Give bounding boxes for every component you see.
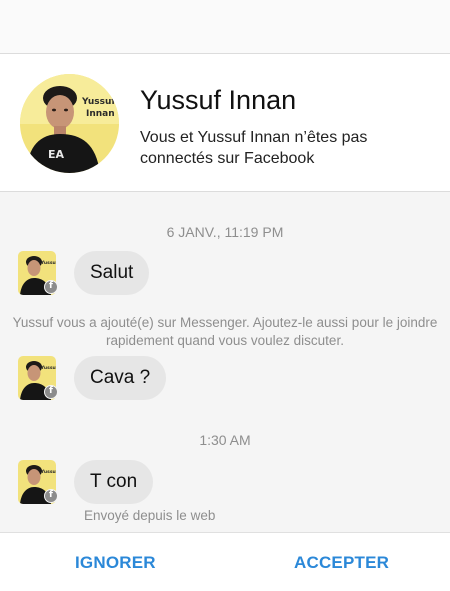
- svg-text:Yussuf: Yussuf: [81, 97, 115, 107]
- sender-avatar[interactable]: Yussuf f: [18, 356, 58, 400]
- profile-name: Yussuf Innan: [140, 85, 297, 115]
- svg-text:Yussuf: Yussuf: [40, 260, 56, 266]
- top-bar: [0, 0, 450, 53]
- svg-text:EA: EA: [48, 148, 65, 161]
- message-bubble[interactable]: T con: [74, 460, 154, 504]
- request-action-bar: IGNORER ACCEPTER: [0, 532, 450, 591]
- facebook-badge-icon: f: [44, 280, 58, 294]
- sender-avatar[interactable]: Yussuf f: [18, 460, 58, 504]
- sent-via-note: Envoyé depuis le web: [84, 508, 216, 523]
- system-note: Yussuf vous a ajouté(e) sur Messenger. A…: [12, 315, 438, 348]
- profile-card: EA Yussuf Innan Yussuf Innan Vous et Yus…: [0, 53, 450, 192]
- accept-button[interactable]: ACCEPTER: [294, 533, 389, 591]
- svg-text:Yussuf: Yussuf: [40, 365, 56, 371]
- profile-connection-note: Vous et Yussuf Innan n’êtes pas connecté…: [140, 129, 368, 167]
- message-bubble[interactable]: Cava ?: [74, 356, 167, 400]
- facebook-badge-icon: f: [44, 489, 58, 503]
- sender-avatar[interactable]: Yussuf f: [18, 251, 58, 295]
- profile-avatar[interactable]: EA Yussuf Innan: [20, 74, 119, 173]
- avatar-photo: EA Yussuf Innan: [20, 74, 119, 173]
- svg-text:Yussuf: Yussuf: [40, 469, 56, 475]
- timestamp-divider: 1:30 AM: [199, 432, 251, 448]
- timestamp-divider: 6 JANV., 11:19 PM: [166, 224, 284, 240]
- svg-text:Innan: Innan: [86, 109, 115, 119]
- message-request-screen: EA Yussuf Innan Yussuf Innan Vous et Yus…: [0, 0, 450, 591]
- facebook-badge-icon: f: [44, 385, 58, 399]
- message-bubble[interactable]: Salut: [74, 251, 150, 295]
- ignore-button[interactable]: IGNORER: [75, 533, 156, 591]
